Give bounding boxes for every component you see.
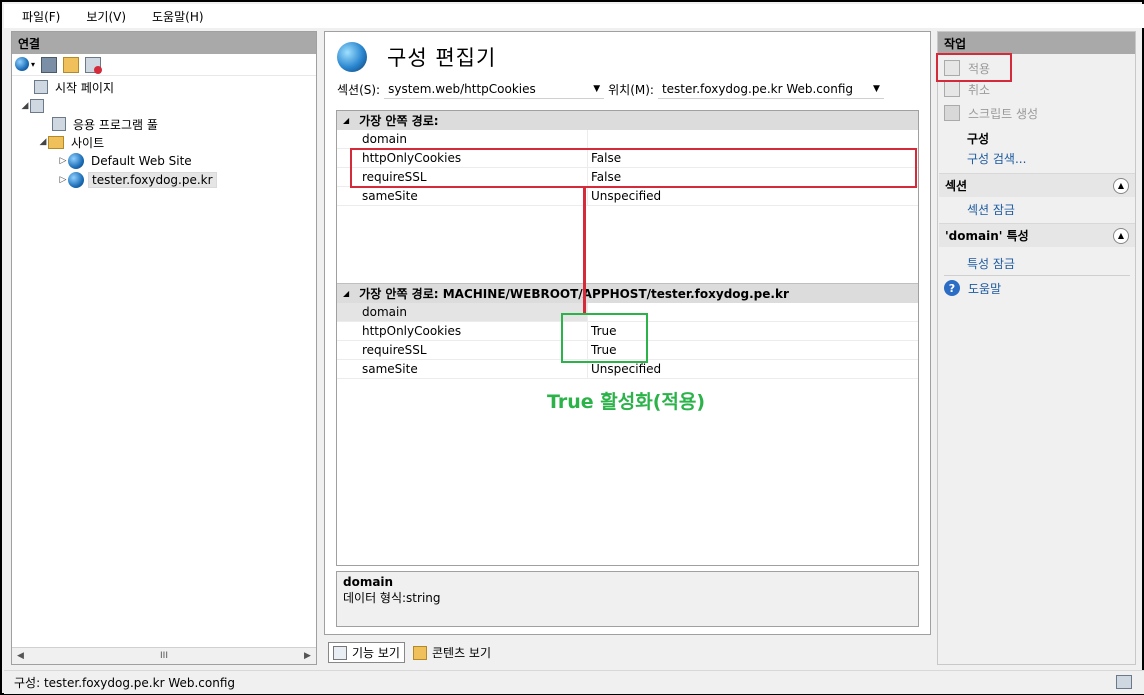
property-value[interactable]: Unspecified bbox=[587, 187, 918, 205]
property-value[interactable] bbox=[587, 130, 918, 148]
section-group-header[interactable]: 섹션 ▲ bbox=[939, 173, 1135, 197]
tree-label-start-page: 시작 페이지 bbox=[55, 80, 115, 95]
scroll-thumb[interactable]: III bbox=[160, 651, 168, 661]
view-tabs: 기능 보기 콘텐츠 보기 bbox=[328, 642, 495, 663]
globe-icon bbox=[68, 172, 84, 188]
chevron-down-icon[interactable]: ▼ bbox=[593, 84, 600, 94]
config-editor-globe-icon bbox=[337, 42, 367, 72]
collapse-triangle-icon[interactable]: ◢ bbox=[343, 289, 349, 298]
connections-toolbar: ▾ bbox=[12, 54, 316, 76]
page-title: 구성 편집기 bbox=[387, 46, 497, 70]
config-search-link[interactable]: 구성 검색... bbox=[967, 149, 1026, 167]
generate-script-action[interactable]: 스크립트 생성 bbox=[944, 104, 1038, 122]
scroll-right-icon[interactable]: ▶ bbox=[299, 651, 316, 661]
cancel-action[interactable]: 취소 bbox=[944, 80, 990, 98]
description-title: domain bbox=[343, 575, 394, 589]
tree-label-default-web-site: Default Web Site bbox=[91, 154, 192, 168]
selector-row: 섹션(S): system.web/httpCookies ▼ 위치(M): t… bbox=[337, 79, 884, 99]
features-view-icon bbox=[333, 645, 347, 660]
menu-help[interactable]: 도움말(H) bbox=[148, 6, 208, 27]
location-value: tester.foxydog.pe.kr Web.config bbox=[661, 81, 854, 96]
connect-globe-icon[interactable] bbox=[15, 56, 31, 73]
section-combobox[interactable]: system.web/httpCookies ▼ bbox=[384, 79, 605, 99]
annotation-red-connector bbox=[583, 187, 586, 315]
server-icon bbox=[30, 99, 44, 113]
connections-pane: 연결 ▾ 시작 페이지 ◢ 응용 프로그램 풀 ◢ 사이트 ▷ Default … bbox=[11, 31, 317, 665]
horizontal-scrollbar[interactable]: ◀ III ▶ bbox=[12, 647, 316, 664]
annotation-green-box-true-values bbox=[561, 313, 648, 363]
window-frame: 파일(F) 보기(V) 도움말(H) 연결 ▾ 시작 페이지 ◢ 응용 프로그램… bbox=[0, 0, 1144, 695]
tab-features-view[interactable]: 기능 보기 bbox=[328, 642, 405, 663]
actions-header: 작업 bbox=[938, 32, 1135, 54]
collapse-arrow-icon[interactable]: ◢ bbox=[20, 101, 30, 111]
collapse-up-icon[interactable]: ▲ bbox=[1113, 227, 1129, 244]
connections-header: 연결 bbox=[12, 32, 316, 54]
page-title-area: 구성 편집기 bbox=[337, 42, 496, 72]
property-key: domain bbox=[337, 303, 587, 321]
sites-folder-icon bbox=[48, 135, 64, 149]
menu-file[interactable]: 파일(F) bbox=[18, 6, 64, 27]
section-value: system.web/httpCookies bbox=[388, 81, 536, 96]
group-header-2[interactable]: ◢ 가장 안쪽 경로: MACHINE/WEBROOT/APPHOST/test… bbox=[337, 284, 918, 303]
content-view-icon bbox=[412, 645, 427, 660]
table-row[interactable]: domain bbox=[337, 130, 918, 149]
property-key: requireSSL bbox=[337, 341, 587, 359]
expand-arrow-icon[interactable]: ▷ bbox=[58, 156, 68, 166]
app-pool-icon bbox=[52, 117, 66, 131]
collapse-triangle-icon[interactable]: ◢ bbox=[343, 116, 349, 125]
scroll-left-icon[interactable]: ◀ bbox=[12, 651, 29, 661]
menu-view[interactable]: 보기(V) bbox=[82, 6, 130, 27]
tree-item-server[interactable]: ◢ bbox=[20, 97, 54, 115]
description-text: 데이터 형식:string bbox=[343, 591, 441, 605]
property-key: sameSite bbox=[337, 360, 587, 378]
chevron-down-icon[interactable]: ▼ bbox=[873, 84, 880, 94]
actions-pane: 작업 적용 취소 스크립트 생성 구성 구성 검색... 섹션 ▲ 섹션 잠금 … bbox=[937, 31, 1136, 665]
menu-bar: 파일(F) 보기(V) 도움말(H) bbox=[4, 4, 1144, 28]
config-heading: 구성 bbox=[967, 131, 990, 146]
lock-attribute-link[interactable]: 특성 잠금 bbox=[967, 254, 1015, 272]
status-bar: 구성: tester.foxydog.pe.kr Web.config bbox=[4, 670, 1144, 694]
tree-item-app-pools[interactable]: 응용 프로그램 풀 bbox=[42, 115, 161, 133]
script-icon bbox=[944, 105, 960, 121]
tree-item-start-page[interactable]: 시작 페이지 bbox=[24, 78, 117, 96]
annotation-text: True 활성화(적용) bbox=[547, 391, 706, 413]
location-combobox[interactable]: tester.foxydog.pe.kr Web.config ▼ bbox=[657, 79, 884, 99]
up-folder-icon[interactable] bbox=[63, 56, 80, 73]
network-status-icon bbox=[1116, 675, 1132, 689]
description-box: domain 데이터 형식:string bbox=[336, 571, 919, 627]
property-key: sameSite bbox=[337, 187, 587, 205]
globe-icon bbox=[68, 153, 84, 169]
property-key: httpOnlyCookies bbox=[337, 322, 587, 340]
tree-item-sites[interactable]: ◢ 사이트 bbox=[38, 133, 107, 151]
save-icon[interactable] bbox=[41, 56, 58, 73]
divider bbox=[944, 275, 1130, 276]
collapse-arrow-icon[interactable]: ◢ bbox=[38, 137, 48, 147]
expand-arrow-icon[interactable]: ▷ bbox=[58, 175, 68, 185]
lock-section-link[interactable]: 섹션 잠금 bbox=[967, 200, 1015, 218]
dropdown-arrow-icon[interactable]: ▾ bbox=[31, 60, 35, 69]
cancel-icon bbox=[944, 81, 960, 97]
status-text: 구성: tester.foxydog.pe.kr Web.config bbox=[14, 676, 236, 690]
tree-label-sites: 사이트 bbox=[71, 135, 105, 150]
collapse-up-icon[interactable]: ▲ bbox=[1113, 177, 1129, 194]
location-label: 위치(M): bbox=[608, 82, 654, 97]
start-page-icon bbox=[34, 80, 48, 94]
tree-label-tester-site: tester.foxydog.pe.kr bbox=[88, 172, 217, 188]
tree-label-app-pools: 응용 프로그램 풀 bbox=[73, 117, 158, 132]
group-header-1[interactable]: ◢ 가장 안쪽 경로: bbox=[337, 111, 918, 130]
help-icon: ? bbox=[944, 280, 960, 296]
tree-item-tester-site[interactable]: ▷ tester.foxydog.pe.kr bbox=[58, 171, 217, 189]
table-row[interactable]: sameSite Unspecified bbox=[337, 187, 918, 206]
attribute-group-header[interactable]: 'domain' 특성 ▲ bbox=[939, 223, 1135, 247]
tab-content-view[interactable]: 콘텐츠 보기 bbox=[409, 642, 495, 663]
annotation-red-box-false-values bbox=[350, 148, 917, 188]
disconnect-icon[interactable] bbox=[85, 56, 103, 74]
annotation-red-box-apply bbox=[936, 53, 1012, 82]
tree-item-default-web-site[interactable]: ▷ Default Web Site bbox=[58, 152, 195, 170]
help-link[interactable]: ? 도움말 bbox=[944, 279, 1001, 297]
property-key: domain bbox=[337, 130, 587, 148]
section-label: 섹션(S): bbox=[337, 82, 381, 97]
